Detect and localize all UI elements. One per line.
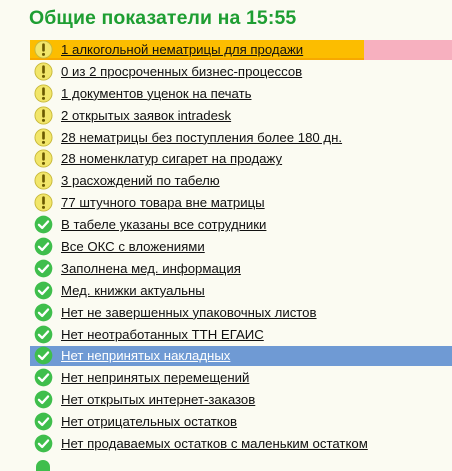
indicator-row[interactable]: 2 открытых заявок intradesk: [0, 105, 452, 127]
indicator-link[interactable]: Нет открытых интернет-заказов: [61, 392, 255, 408]
indicator-link[interactable]: Заполнена мед. информация: [61, 261, 241, 277]
indicator-row[interactable]: Нет не завершенных упаковочных листов: [0, 302, 452, 324]
indicator-link[interactable]: 1 алкогольной нематрицы для продажи: [61, 42, 303, 58]
indicator-link[interactable]: Нет непринятых перемещений: [61, 370, 249, 386]
exclamation-icon: [34, 171, 53, 190]
indicator-row[interactable]: 0 из 2 просроченных бизнес-процессов: [0, 61, 452, 83]
check-icon: [34, 368, 53, 387]
indicator-row[interactable]: 28 номенклатур сигарет на продажу: [0, 148, 452, 170]
indicator-row[interactable]: Нет отрицательных остатков: [0, 411, 452, 433]
indicator-row[interactable]: 28 нематрицы без поступления более 180 д…: [0, 127, 452, 149]
exclamation-icon: [34, 84, 53, 103]
indicators-panel: Общие показатели на 15:55 1 алкогольной …: [0, 0, 452, 471]
indicator-row[interactable]: 77 штучного товара вне матрицы: [0, 192, 452, 214]
exclamation-icon: [34, 106, 53, 125]
check-icon-partial: [36, 460, 50, 471]
indicator-list: 1 алкогольной нематрицы для продажи 0 из …: [0, 39, 452, 455]
check-icon: [34, 434, 53, 453]
check-icon: [34, 325, 53, 344]
panel-title: Общие показатели на 15:55: [29, 7, 297, 29]
indicator-row[interactable]: Нет непринятых накладных: [0, 345, 452, 367]
indicator-row[interactable]: Нет неотработанных ТТН ЕГАИС: [0, 324, 452, 346]
indicator-link[interactable]: Мед. книжки актуальны: [61, 283, 205, 299]
exclamation-icon: [34, 62, 53, 81]
indicator-link[interactable]: Нет непринятых накладных: [61, 348, 230, 364]
indicator-row[interactable]: Заполнена мед. информация: [0, 258, 452, 280]
indicator-link[interactable]: 1 документов уценок на печать: [61, 86, 252, 102]
indicator-link[interactable]: 28 номенклатур сигарет на продажу: [61, 151, 282, 167]
indicator-link[interactable]: 3 расхождений по табелю: [61, 173, 220, 189]
indicator-link[interactable]: 77 штучного товара вне матрицы: [61, 195, 265, 211]
indicator-row[interactable]: Все ОКС с вложениями: [0, 236, 452, 258]
indicator-link[interactable]: Нет отрицательных остатков: [61, 414, 237, 430]
check-icon: [34, 390, 53, 409]
exclamation-icon: [34, 40, 53, 59]
check-icon: [34, 259, 53, 278]
indicator-link[interactable]: 28 нематрицы без поступления более 180 д…: [61, 130, 342, 146]
indicator-row[interactable]: Мед. книжки актуальны: [0, 280, 452, 302]
indicator-link[interactable]: 2 открытых заявок intradesk: [61, 108, 231, 124]
indicator-link[interactable]: Нет продаваемых остатков с маленьким ост…: [61, 436, 368, 452]
indicator-row[interactable]: Нет открытых интернет-заказов: [0, 389, 452, 411]
check-icon: [34, 281, 53, 300]
indicator-row[interactable]: 3 расхождений по табелю: [0, 170, 452, 192]
indicator-row[interactable]: В табеле указаны все сотрудники: [0, 214, 452, 236]
indicator-row[interactable]: 1 алкогольной нематрицы для продажи: [0, 39, 452, 61]
indicator-link[interactable]: 0 из 2 просроченных бизнес-процессов: [61, 64, 302, 80]
check-icon: [34, 237, 53, 256]
check-icon: [34, 412, 53, 431]
check-icon: [34, 346, 53, 365]
indicator-row[interactable]: 1 документов уценок на печать: [0, 83, 452, 105]
indicator-link[interactable]: Нет не завершенных упаковочных листов: [61, 305, 317, 321]
exclamation-icon: [34, 128, 53, 147]
indicator-row[interactable]: Нет непринятых перемещений: [0, 367, 452, 389]
exclamation-icon: [34, 149, 53, 168]
check-icon: [34, 303, 53, 322]
check-icon: [34, 215, 53, 234]
indicator-row[interactable]: Нет продаваемых остатков с маленьким ост…: [0, 433, 452, 455]
indicator-link[interactable]: В табеле указаны все сотрудники: [61, 217, 266, 233]
indicator-link[interactable]: Нет неотработанных ТТН ЕГАИС: [61, 327, 264, 343]
exclamation-icon: [34, 193, 53, 212]
indicator-link[interactable]: Все ОКС с вложениями: [61, 239, 205, 255]
